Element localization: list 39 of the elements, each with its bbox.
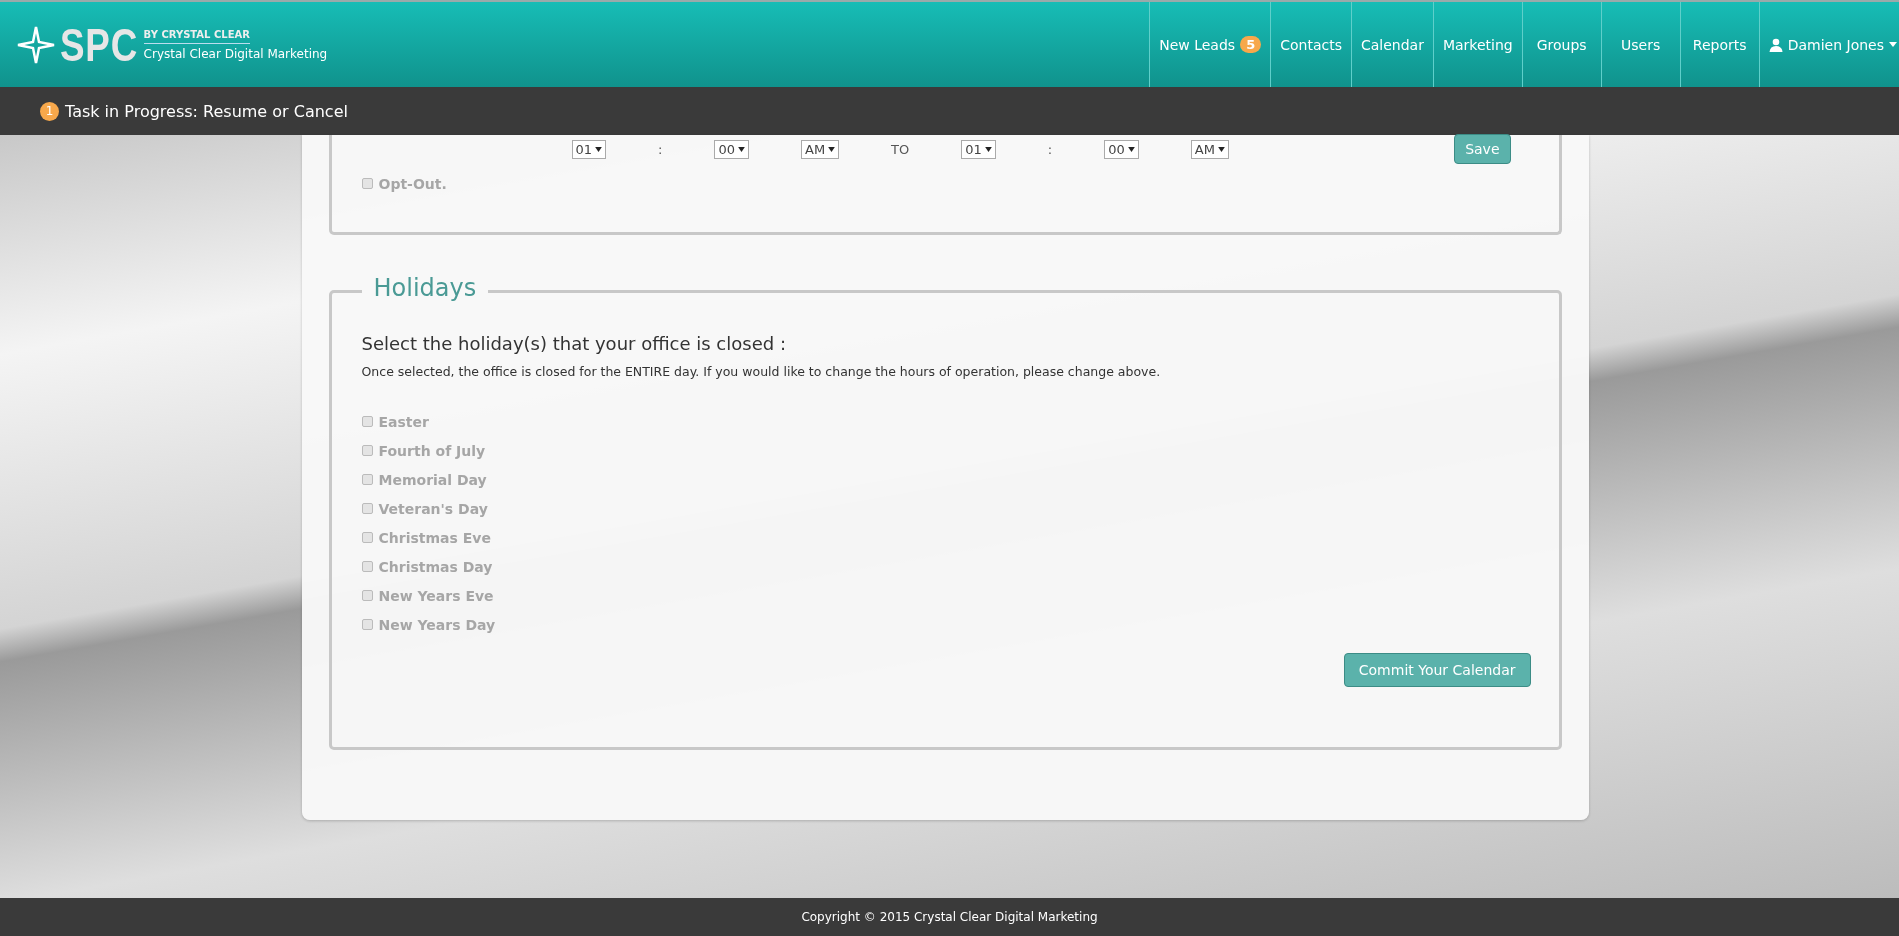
- checkbox-label: Veteran's Day: [378, 500, 488, 517]
- star-logo-icon: [16, 24, 56, 65]
- logo-byline: BY CRYSTAL CLEAR: [143, 28, 250, 44]
- time-select[interactable]: 01: [961, 139, 996, 159]
- separator-text: TO: [891, 141, 910, 157]
- caret-icon: [595, 146, 603, 152]
- user-icon: [1768, 37, 1783, 52]
- checkbox-label: New Years Day: [378, 616, 496, 633]
- caret-icon: [738, 146, 745, 152]
- logo-text: SPC: [60, 17, 139, 72]
- section-title: Holidays: [361, 274, 489, 302]
- time-select[interactable]: 01: [571, 139, 607, 159]
- separator-text: :: [1047, 141, 1053, 157]
- time-select[interactable]: 00: [1104, 139, 1139, 159]
- caret-icon: [1217, 146, 1225, 152]
- count-badge: 1: [40, 101, 59, 121]
- save-button[interactable]: Save: [1454, 134, 1511, 164]
- checkbox-label: Christmas Eve: [378, 529, 491, 546]
- checkbox-label: Fourth of July: [378, 442, 486, 459]
- company-name: Crystal Clear Digital Marketing: [143, 46, 328, 61]
- time-select[interactable]: AM: [801, 139, 840, 159]
- checkbox-label: Easter: [378, 413, 429, 430]
- checkbox-label: New Years Eve: [378, 587, 494, 604]
- time-select[interactable]: 00: [714, 139, 749, 159]
- caret-icon: [1127, 146, 1135, 152]
- caret-icon: [828, 146, 836, 152]
- time-select[interactable]: AM: [1190, 139, 1229, 159]
- caret-icon: [1889, 42, 1897, 47]
- checkbox-label: Opt-Out.: [378, 175, 447, 192]
- copyright-text: Copyright © 2015 Crystal Clear Digital Marketing: [801, 910, 1098, 924]
- instruction-heading: Select the holiday(s) that your office is closed :: [361, 333, 787, 354]
- checkbox-label: Memorial Day: [378, 471, 487, 488]
- instruction-text: Once selected, the office is closed for the ENTIRE day. If you would like to change the hours of operation, please change above.: [361, 364, 1162, 379]
- commit-button[interactable]: Commit Your Calendar: [1343, 653, 1531, 687]
- checkbox-label: Christmas Day: [378, 558, 493, 575]
- separator-text: :: [658, 141, 663, 157]
- caret-icon: [984, 146, 992, 152]
- task-link[interactable]: Task in Progress: Resume or Cancel: [65, 101, 348, 121]
- count-badge: 5: [1240, 36, 1262, 53]
